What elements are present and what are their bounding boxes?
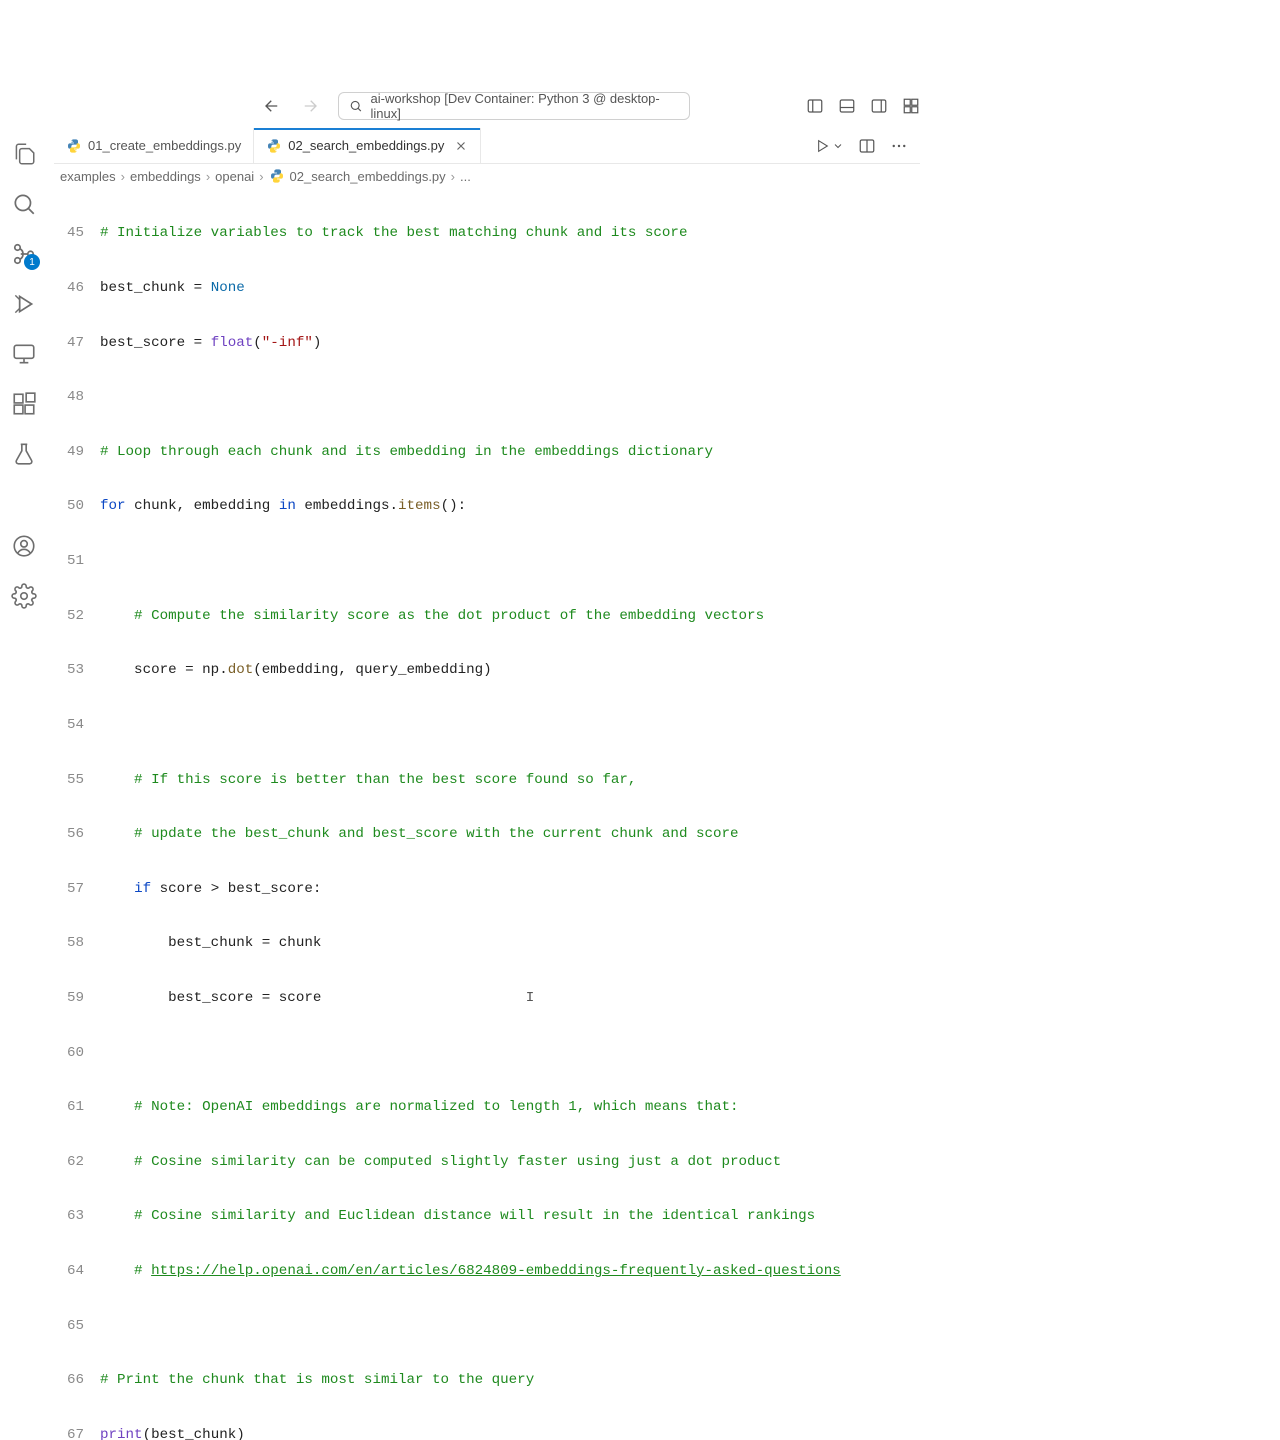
split-editor-icon[interactable] [858,137,876,155]
line-number: 55 [54,771,100,789]
chevron-right-icon: › [121,169,125,184]
breadcrumb-item[interactable]: embeddings [130,169,201,184]
toggle-secondary-sidebar-button[interactable] [870,97,888,115]
title-bar: ai-workshop [Dev Container: Python 3 @ d… [0,88,1280,124]
line-number: 53 [54,661,100,679]
python-file-icon [66,138,82,154]
search-icon [349,99,363,113]
editor-tabs: 01_create_embeddings.py 02_search_embedd… [54,128,920,164]
nav-forward-button[interactable] [300,96,320,116]
files-icon [11,141,37,167]
accounts-button[interactable] [10,532,38,560]
panel-bottom-icon [838,97,856,115]
chevron-down-icon [832,140,844,152]
arrow-left-icon [263,97,281,115]
debug-icon [11,291,37,317]
panel-left-icon [806,97,824,115]
line-number: 49 [54,443,100,461]
scm-badge: 1 [24,254,40,270]
line-number: 47 [54,334,100,352]
line-number: 58 [54,934,100,952]
line-number: 46 [54,279,100,297]
line-number: 59 [54,989,100,1007]
account-icon [11,533,37,559]
activity-bar: 1 [0,128,48,720]
customize-layout-button[interactable] [902,97,920,115]
remote-explorer-view-button[interactable] [10,340,38,368]
manage-button[interactable] [10,582,38,610]
line-number: 60 [54,1044,100,1062]
layout-grid-icon [902,97,920,115]
code-editor[interactable]: 45# Initialize variables to track the be… [54,188,1280,720]
text-cursor: I [321,990,534,1006]
toggle-primary-sidebar-button[interactable] [806,97,824,115]
source-control-view-button[interactable]: 1 [10,240,38,268]
play-icon [814,138,830,154]
toggle-panel-button[interactable] [838,97,856,115]
tab-label: 01_create_embeddings.py [88,138,241,153]
chevron-right-icon: › [259,169,263,184]
more-icon[interactable] [890,137,908,155]
arrow-right-icon [301,97,319,115]
editor-actions [814,128,920,163]
explorer-view-button[interactable] [10,140,38,168]
layout-controls [806,97,920,115]
search-view-button[interactable] [10,190,38,218]
nav-arrows [262,96,320,116]
line-number: 61 [54,1098,100,1116]
line-number: 62 [54,1153,100,1171]
python-file-icon [269,168,285,184]
line-number: 56 [54,825,100,843]
breadcrumb[interactable]: examples › embeddings › openai › 02_sear… [60,164,920,188]
close-icon[interactable] [454,139,468,153]
breadcrumb-item[interactable]: examples [60,169,116,184]
panel-right-icon [870,97,888,115]
run-debug-view-button[interactable] [10,290,38,318]
tab-02-search-embeddings[interactable]: 02_search_embeddings.py [254,128,481,163]
extensions-icon [11,391,37,417]
chevron-right-icon: › [206,169,210,184]
line-number: 52 [54,607,100,625]
line-number: 63 [54,1207,100,1225]
search-label: ai-workshop [Dev Container: Python 3 @ d… [371,91,679,121]
nav-back-button[interactable] [262,96,282,116]
tab-01-create-embeddings[interactable]: 01_create_embeddings.py [54,128,254,163]
remote-icon [11,341,37,367]
breadcrumb-item[interactable]: openai [215,169,254,184]
line-number: 54 [54,716,100,734]
beaker-icon [11,441,37,467]
breadcrumb-item[interactable]: ... [460,169,471,184]
line-number: 57 [54,880,100,898]
search-icon [11,191,37,217]
line-number: 51 [54,552,100,570]
chevron-right-icon: › [451,169,455,184]
activity-bar-bottom [0,532,48,610]
run-file-button[interactable] [814,138,844,154]
tab-label: 02_search_embeddings.py [288,138,444,153]
testing-view-button[interactable] [10,440,38,468]
line-number: 67 [54,1426,100,1440]
line-number: 64 [54,1262,100,1280]
python-file-icon [266,138,282,154]
line-number: 65 [54,1317,100,1335]
line-number: 66 [54,1371,100,1389]
breadcrumb-item[interactable]: 02_search_embeddings.py [290,169,446,184]
line-number: 45 [54,224,100,242]
line-number: 50 [54,497,100,515]
gear-icon [11,583,37,609]
line-number: 48 [54,388,100,406]
extensions-view-button[interactable] [10,390,38,418]
command-center-search[interactable]: ai-workshop [Dev Container: Python 3 @ d… [338,92,690,120]
